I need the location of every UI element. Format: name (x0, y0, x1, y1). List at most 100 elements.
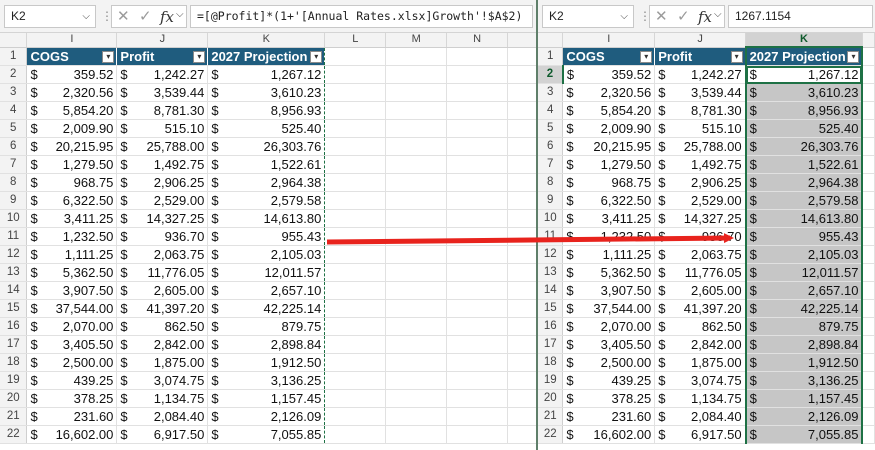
filter-dropdown-icon[interactable]: ▾ (193, 50, 206, 63)
table-cell[interactable]: $3,136.25 (744, 371, 864, 390)
column-header-i[interactable]: I (562, 33, 656, 48)
empty-cell[interactable] (507, 299, 537, 318)
row-header[interactable]: 10 (0, 209, 28, 228)
empty-cell[interactable] (385, 353, 448, 372)
empty-cell[interactable] (446, 227, 508, 246)
table-cell[interactable]: $3,539.44 (116, 83, 209, 102)
column-header-k[interactable]: K (207, 33, 326, 48)
empty-cell[interactable] (385, 101, 448, 120)
row-header[interactable]: 18 (538, 353, 564, 372)
table-cell[interactable]: $525.40 (744, 119, 864, 138)
table-cell[interactable]: $2,529.00 (654, 191, 747, 210)
empty-cell[interactable] (446, 191, 508, 210)
chevron-down-icon[interactable]: ⌵ (714, 9, 722, 20)
empty-cell[interactable] (324, 371, 387, 390)
name-box[interactable]: K2 ⌵ (542, 5, 634, 28)
table-cell[interactable]: $12,011.57 (207, 263, 326, 282)
table-cell[interactable]: $231.60 (562, 407, 656, 426)
empty-cell[interactable] (385, 245, 448, 264)
table-cell[interactable]: $1,157.45 (744, 389, 864, 408)
row-header[interactable]: 15 (0, 299, 28, 318)
empty-cell[interactable] (446, 263, 508, 282)
table-cell[interactable]: $2,529.00 (116, 191, 209, 210)
empty-cell[interactable] (862, 47, 875, 66)
table-cell[interactable]: $1,242.27 (654, 65, 747, 84)
empty-cell[interactable] (862, 209, 875, 228)
row-header[interactable]: 2 (538, 65, 564, 84)
empty-cell[interactable] (507, 173, 537, 192)
empty-cell[interactable] (862, 407, 875, 426)
empty-cell[interactable] (862, 299, 875, 318)
table-cell[interactable]: $879.75 (207, 317, 326, 336)
empty-cell[interactable] (446, 209, 508, 228)
row-header[interactable]: 14 (538, 281, 564, 300)
table-cell[interactable]: $879.75 (744, 317, 864, 336)
row-header[interactable]: 22 (0, 425, 28, 444)
table-cell[interactable]: $2,605.00 (116, 281, 209, 300)
row-header[interactable]: 19 (0, 371, 28, 390)
empty-cell[interactable] (862, 65, 875, 84)
empty-cell[interactable] (862, 155, 875, 174)
empty-cell[interactable] (507, 191, 537, 210)
empty-cell[interactable] (385, 281, 448, 300)
table-cell[interactable]: $26,303.76 (207, 137, 326, 156)
table-cell[interactable]: $1,232.50 (26, 227, 118, 246)
table-cell[interactable]: $2,084.40 (116, 407, 209, 426)
table-cell[interactable]: $968.75 (26, 173, 118, 192)
row-header[interactable]: 11 (0, 227, 28, 246)
table-cell[interactable]: $7,055.85 (207, 425, 326, 444)
empty-cell[interactable] (862, 245, 875, 264)
empty-cell[interactable] (862, 227, 875, 246)
empty-cell[interactable] (507, 119, 537, 138)
empty-cell[interactable] (324, 209, 387, 228)
empty-cell[interactable] (862, 83, 875, 102)
table-cell[interactable]: $8,781.30 (654, 101, 747, 120)
table-cell[interactable]: $2,500.00 (562, 353, 656, 372)
row-header[interactable]: 6 (0, 137, 28, 156)
table-cell[interactable]: $6,322.50 (26, 191, 118, 210)
empty-cell[interactable] (862, 137, 875, 156)
table-cell[interactable]: $6,917.50 (116, 425, 209, 444)
spreadsheet-grid[interactable]: I J K 1 COGS ▾ Profit ▾ 2027 Projection ▾ 2 $359.52… (538, 33, 875, 444)
empty-cell[interactable] (507, 317, 537, 336)
table-cell[interactable]: $5,362.50 (562, 263, 656, 282)
empty-cell[interactable] (507, 101, 537, 120)
empty-cell[interactable] (324, 227, 387, 246)
table-cell[interactable]: $37,544.00 (562, 299, 656, 318)
empty-cell[interactable] (507, 425, 537, 444)
empty-cell[interactable] (446, 101, 508, 120)
empty-cell[interactable] (324, 191, 387, 210)
table-cell[interactable]: $2,605.00 (654, 281, 747, 300)
empty-cell[interactable] (385, 299, 448, 318)
filter-dropdown-icon[interactable]: ▾ (730, 50, 743, 63)
row-header[interactable]: 21 (0, 407, 28, 426)
table-cell[interactable]: $2,579.58 (744, 191, 864, 210)
empty-cell[interactable] (507, 281, 537, 300)
table-cell[interactable]: $359.52 (26, 65, 118, 84)
table-cell[interactable]: $1,134.75 (116, 389, 209, 408)
empty-cell[interactable] (507, 227, 537, 246)
empty-cell[interactable] (862, 119, 875, 138)
enter-icon[interactable]: ✓ (139, 7, 152, 27)
row-header[interactable]: 8 (538, 173, 564, 192)
table-cell[interactable]: $8,956.93 (744, 101, 864, 120)
table-cell[interactable]: $2,898.84 (744, 335, 864, 354)
table-cell[interactable]: $2,084.40 (654, 407, 747, 426)
table-cell[interactable]: $378.25 (26, 389, 118, 408)
table-cell[interactable]: $11,776.05 (654, 263, 747, 282)
empty-cell[interactable] (507, 353, 537, 372)
filter-dropdown-icon[interactable]: ▾ (640, 50, 653, 63)
empty-cell[interactable] (862, 173, 875, 192)
empty-cell[interactable] (385, 65, 448, 84)
empty-cell[interactable] (862, 281, 875, 300)
table-cell[interactable]: $14,613.80 (207, 209, 326, 228)
empty-cell[interactable] (862, 371, 875, 390)
table-cell[interactable]: $2,657.10 (207, 281, 326, 300)
empty-cell[interactable] (507, 407, 537, 426)
row-header[interactable]: 6 (538, 137, 564, 156)
table-cell[interactable]: $2,105.03 (207, 245, 326, 264)
table-cell[interactable]: $8,956.93 (207, 101, 326, 120)
table-cell[interactable]: $11,776.05 (116, 263, 209, 282)
empty-cell[interactable] (446, 137, 508, 156)
table-cell[interactable]: $2,500.00 (26, 353, 118, 372)
